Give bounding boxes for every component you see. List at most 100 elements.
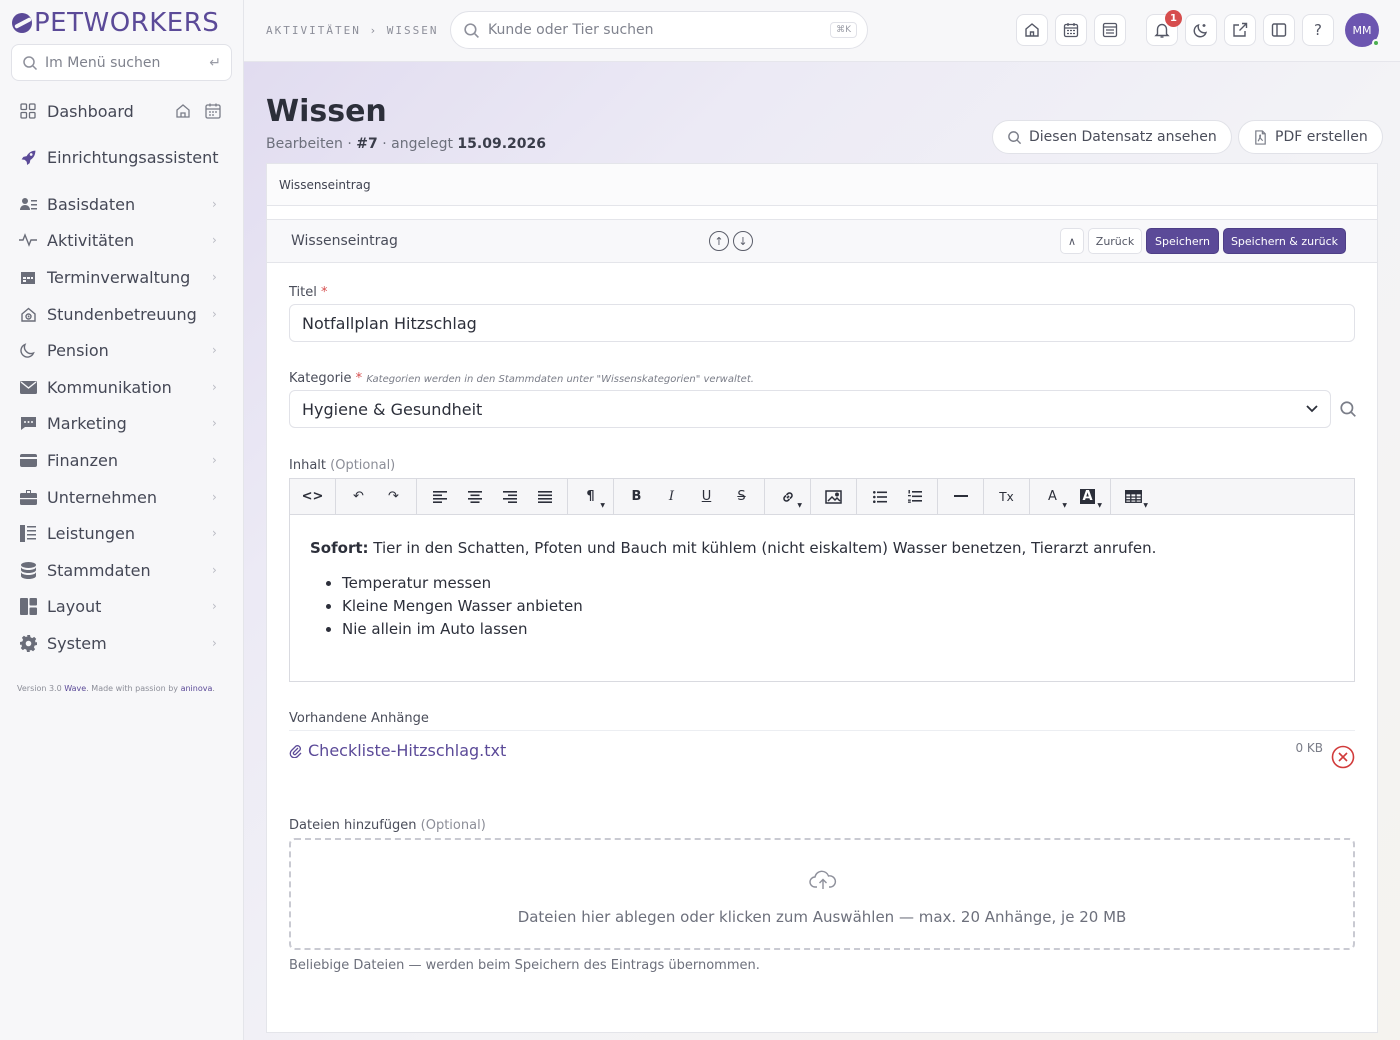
- sidebar-item-einrichtungsassistent[interactable]: Einrichtungsassistent: [18, 143, 230, 171]
- table-button[interactable]: ▼: [1116, 483, 1151, 511]
- sidebar-item-layout[interactable]: Layout ›: [18, 592, 230, 620]
- main-content: Wissen Bearbeiten · #7 · angelegt 15.09.…: [244, 62, 1400, 1040]
- category-label: Kategorie * Kategorien werden in den Sta…: [289, 371, 754, 386]
- undo-button[interactable]: ↶: [341, 483, 376, 511]
- chevron-right-icon: ›: [212, 343, 217, 357]
- sidebar-item-unternehmen[interactable]: Unternehmen ›: [18, 483, 230, 511]
- home-icon[interactable]: [174, 102, 192, 120]
- back-button[interactable]: Zurück: [1088, 228, 1142, 254]
- sidebar-item-label: Stammdaten: [47, 560, 151, 580]
- source-code-button[interactable]: <>: [295, 483, 330, 511]
- calendar-button[interactable]: [1055, 14, 1087, 46]
- image-button[interactable]: [816, 483, 851, 511]
- paragraph-format-button[interactable]: ¶ ▼: [573, 483, 608, 511]
- align-left-icon: [432, 490, 447, 503]
- avatar[interactable]: MM: [1345, 13, 1380, 47]
- font-color-button[interactable]: A ▼: [1035, 483, 1070, 511]
- create-pdf-button[interactable]: PDF erstellen: [1238, 120, 1383, 154]
- logo-mark-icon: [12, 13, 32, 33]
- bullet-list-button[interactable]: [862, 483, 897, 511]
- numbered-list-button[interactable]: [897, 483, 932, 511]
- align-center-button[interactable]: [457, 483, 492, 511]
- sidebar-item-terminverwaltung[interactable]: Terminverwaltung ›: [18, 263, 230, 291]
- save-and-back-button[interactable]: Speichern & zurück: [1223, 228, 1346, 254]
- category-select[interactable]: Hygiene & Gesundheit: [289, 390, 1331, 428]
- sidebar-item-kommunikation[interactable]: Kommunikation ›: [18, 373, 230, 401]
- view-record-button[interactable]: Diesen Datensatz ansehen: [992, 120, 1232, 154]
- italic-button[interactable]: I: [654, 483, 689, 511]
- optional-hint: (Optional): [420, 818, 486, 833]
- dropzone-help: Beliebige Dateien — werden beim Speicher…: [289, 958, 760, 973]
- category-lookup-icon[interactable]: [1339, 400, 1357, 418]
- sidebar-item-leistungen[interactable]: Leistungen ›: [18, 519, 230, 547]
- sidebar-item-marketing[interactable]: Marketing ›: [18, 409, 230, 437]
- grid-icon: [18, 101, 38, 121]
- sidebar-item-label: Terminverwaltung: [47, 267, 191, 287]
- sidebar-item-basisdaten[interactable]: Basisdaten ›: [18, 190, 230, 218]
- sidebar-item-label: System: [47, 633, 107, 653]
- version-name[interactable]: Wave: [64, 684, 86, 693]
- toolbar-group-paragraph: ¶ ▼: [568, 479, 614, 514]
- paperclip-icon: [289, 744, 302, 758]
- required-mark: *: [321, 285, 328, 300]
- attachment-row: Checkliste-Hitzschlag.txt 0 KB: [289, 730, 1355, 770]
- strikethrough-button[interactable]: S: [724, 483, 759, 511]
- notifications-button[interactable]: 1: [1146, 10, 1182, 46]
- title-label: Titel *: [289, 285, 328, 300]
- background-color-icon: A: [1080, 489, 1095, 504]
- edit-mode: Bearbeiten: [266, 136, 343, 152]
- arrow-down-circle-icon[interactable]: ↓: [733, 231, 753, 251]
- sidebar-item-pension[interactable]: Pension ›: [18, 336, 230, 364]
- caret-down-icon: ▼: [1097, 501, 1102, 509]
- breadcrumb[interactable]: AKTIVITÄTEN › WISSEN: [266, 24, 438, 37]
- link-button[interactable]: ▼: [770, 483, 805, 511]
- bullet-list-icon: [872, 490, 887, 503]
- home-button[interactable]: [1016, 14, 1048, 46]
- chevron-right-icon: ›: [212, 197, 217, 211]
- sidebar-item-finanzen[interactable]: Finanzen ›: [18, 446, 230, 474]
- arrow-up-circle-icon[interactable]: ↑: [709, 231, 729, 251]
- logo[interactable]: PETWORKERS: [12, 8, 219, 38]
- external-link-button[interactable]: [1224, 14, 1256, 46]
- bold-button[interactable]: B: [619, 483, 654, 511]
- delete-attachment-icon[interactable]: [1331, 745, 1355, 769]
- customer-search-input[interactable]: Kunde oder Tier suchen ⌘K: [450, 11, 868, 49]
- background-color-button[interactable]: A ▼: [1070, 483, 1105, 511]
- content-editor[interactable]: Sofort: Tier in den Schatten, Pfoten und…: [289, 514, 1355, 682]
- attachment-size: 0 KB: [1295, 741, 1323, 755]
- sidebar-toggle-button[interactable]: [1263, 14, 1295, 46]
- title-value: Notfallplan Hitzschlag: [302, 313, 477, 333]
- sidebar-item-dashboard[interactable]: Dashboard: [18, 97, 230, 125]
- view-record-label: Diesen Datensatz ansehen: [1029, 129, 1217, 145]
- sidebar-item-stammdaten[interactable]: Stammdaten ›: [18, 556, 230, 584]
- save-button[interactable]: Speichern: [1146, 228, 1219, 254]
- clear-format-button[interactable]: Tx: [989, 483, 1024, 511]
- dark-mode-button[interactable]: [1185, 14, 1217, 46]
- align-left-button[interactable]: [422, 483, 457, 511]
- horizontal-rule-button[interactable]: [943, 483, 978, 511]
- align-right-button[interactable]: [492, 483, 527, 511]
- underline-button[interactable]: U: [689, 483, 724, 511]
- company-link[interactable]: aninova: [181, 684, 213, 693]
- knowledge-entry-card: Wissenseintrag Wissenseintrag ↑ ↓ ∧ Zurü…: [266, 163, 1378, 1033]
- content-label-text: Inhalt: [289, 458, 326, 473]
- collapse-button[interactable]: ∧: [1060, 228, 1084, 254]
- file-dropzone[interactable]: Dateien hier ablegen oder klicken zum Au…: [289, 838, 1355, 950]
- rocket-icon: [18, 147, 38, 167]
- sidebar-item-stundenbetreuung[interactable]: Stundenbetreuung ›: [18, 300, 230, 328]
- calendar-icon[interactable]: [204, 102, 222, 120]
- attachment-link[interactable]: Checkliste-Hitzschlag.txt: [289, 741, 506, 760]
- align-justify-button[interactable]: [527, 483, 562, 511]
- chevron-right-icon: ›: [212, 526, 217, 540]
- menu-search-input[interactable]: Im Menü suchen ↵: [11, 44, 232, 81]
- list-item: Temperatur messen: [342, 572, 1334, 595]
- toolbar-group-table: ▼: [1111, 479, 1156, 514]
- list-calendar-button[interactable]: [1094, 14, 1126, 46]
- align-right-icon: [502, 490, 517, 503]
- redo-button[interactable]: ↷: [376, 483, 411, 511]
- sidebar-item-label: Kommunikation: [47, 377, 172, 397]
- help-button[interactable]: ?: [1302, 14, 1334, 46]
- sidebar-item-system[interactable]: System ›: [18, 629, 230, 657]
- sidebar-item-aktivitaeten[interactable]: Aktivitäten ›: [18, 226, 230, 254]
- title-input[interactable]: Notfallplan Hitzschlag: [289, 304, 1355, 342]
